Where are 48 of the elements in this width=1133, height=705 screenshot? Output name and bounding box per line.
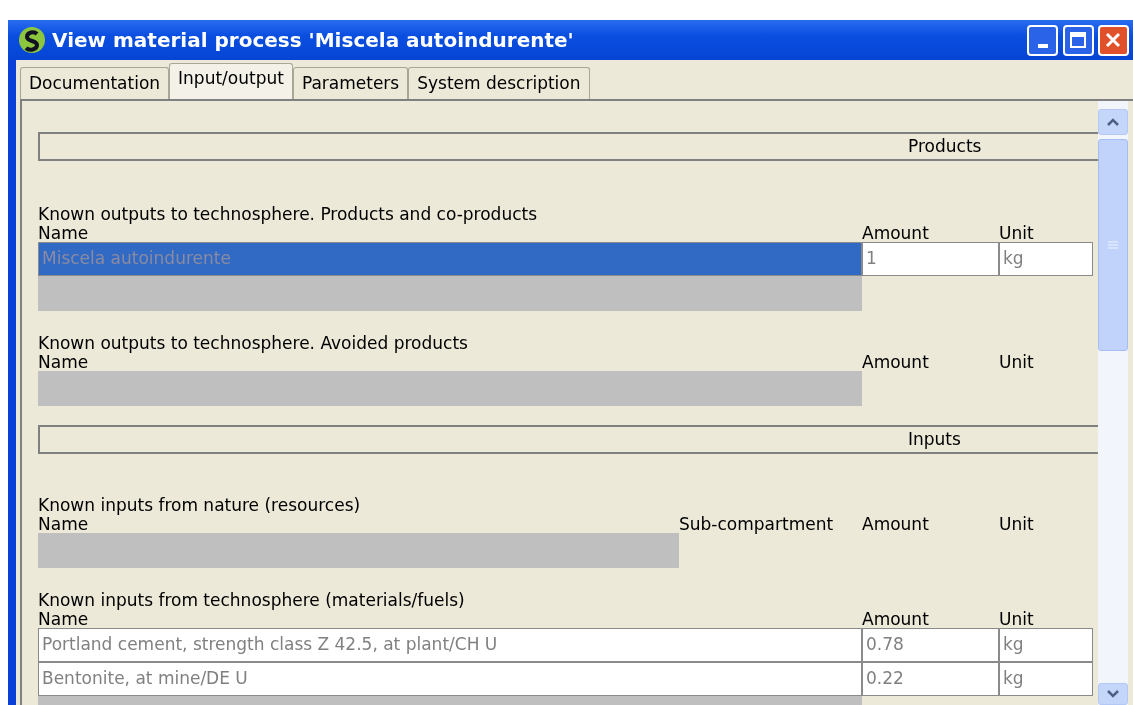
app-logo-icon — [18, 26, 46, 54]
column-header: Name — [38, 518, 89, 533]
column-header: Name — [38, 227, 89, 242]
tab[interactable]: Documentation — [20, 67, 170, 99]
table-cell[interactable]: kg — [999, 628, 1093, 662]
vertical-scrollbar[interactable] — [1098, 101, 1128, 705]
maximize-button[interactable] — [1062, 24, 1094, 56]
column-header: Name — [38, 356, 89, 371]
group-title: Known inputs from technosphere (materials/fuels) — [38, 589, 466, 612]
column-header: Unit — [999, 613, 1034, 628]
column-header: Unit — [999, 227, 1034, 242]
tab[interactable]: System description — [408, 67, 590, 99]
table-cell[interactable]: kg — [999, 242, 1093, 276]
close-icon — [1104, 31, 1123, 49]
group-title: Known inputs from nature (resources) — [38, 494, 362, 517]
column-header: Amount — [862, 613, 929, 628]
table-cell[interactable]: 0.22 — [862, 662, 999, 696]
column-header: Amount — [862, 227, 929, 242]
section-header: Inputs — [908, 427, 962, 451]
table-cell[interactable]: 0.78 — [862, 628, 999, 662]
table-cell[interactable]: 1 — [862, 242, 999, 276]
scroll-up-button[interactable] — [1098, 109, 1128, 135]
chevron-down-icon — [1107, 690, 1119, 698]
table-cell[interactable]: Bentonite, at mine/DE U — [38, 662, 862, 696]
column-header: Unit — [999, 356, 1034, 371]
column-header: Amount — [862, 518, 929, 533]
scroll-thumb[interactable] — [1098, 139, 1128, 351]
table-cell[interactable]: Portland cement, strength class Z 42.5, at plant/CH U — [38, 628, 862, 662]
maximize-icon — [1069, 31, 1087, 49]
column-header: Sub-compartment — [679, 518, 834, 533]
empty-row[interactable] — [38, 276, 862, 311]
close-button[interactable] — [1097, 24, 1129, 56]
tab[interactable]: Parameters — [292, 67, 409, 99]
scroll-down-button[interactable] — [1098, 683, 1128, 705]
window-title: View material process 'Miscela autoindurente' — [52, 27, 574, 54]
column-header: Unit — [999, 518, 1034, 533]
section-header: Products — [908, 134, 983, 158]
empty-row[interactable] — [38, 533, 679, 568]
group-title: Known outputs to technosphere. Products and co-products — [38, 203, 539, 226]
column-header: Name — [38, 613, 89, 628]
minimize-button[interactable] — [1027, 24, 1059, 56]
group-title: Known outputs to technosphere. Avoided products — [38, 332, 469, 355]
minimize-icon — [1037, 44, 1048, 48]
table-cell[interactable]: kg — [999, 662, 1093, 696]
empty-row[interactable] — [38, 371, 862, 406]
chevron-up-icon — [1107, 118, 1119, 126]
column-header: Amount — [862, 356, 929, 371]
tab[interactable]: Input/output — [169, 63, 293, 99]
